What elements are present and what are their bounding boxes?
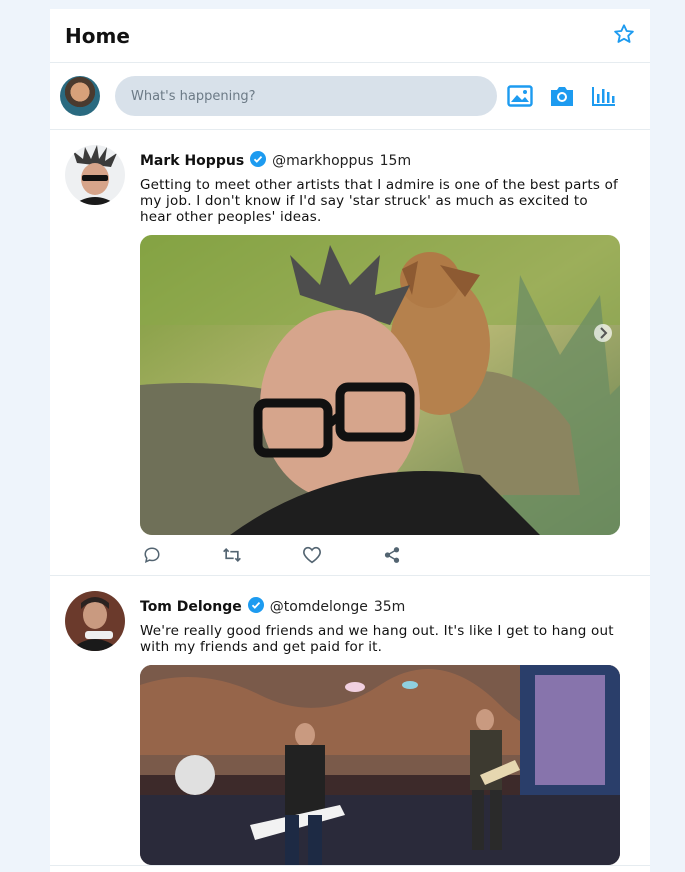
verified-icon [247,597,264,617]
star-icon[interactable] [613,23,635,49]
image-icon[interactable] [507,83,533,109]
compose-bar [50,63,650,130]
author-handle[interactable]: @tomdelonge [270,599,368,615]
home-feed: Home What's happening? Mark Hoppus @mark… [50,9,650,872]
avatar[interactable] [65,145,125,205]
author-name[interactable]: Tom Delonge [140,599,242,615]
author-name[interactable]: Mark Hoppus [140,153,244,169]
tweet: Mark Hoppus @markhoppus 15m Getting to m… [50,130,650,576]
retweet-icon[interactable] [222,545,242,565]
poll-icon[interactable] [591,83,617,109]
verified-icon [250,151,267,171]
page-title: Home [65,23,130,48]
tweet: Tom Delonge @tomdelonge 35m We're really… [50,576,650,866]
like-icon[interactable] [302,545,322,565]
tweet-text: Getting to meet other artists that I adm… [140,177,619,225]
tweet-image[interactable] [140,235,620,535]
share-icon[interactable] [382,545,402,565]
tweet-image[interactable] [140,665,620,865]
tweet-time: 35m [373,599,406,615]
compose-input[interactable] [115,76,497,116]
header: Home [50,9,650,63]
avatar[interactable] [60,76,100,116]
tweet-time: 15m [379,153,412,169]
reply-icon[interactable] [142,545,162,565]
avatar[interactable] [65,591,125,651]
tweet-text: We're really good friends and we hang ou… [140,623,614,655]
author-handle[interactable]: @markhoppus [272,153,373,169]
camera-icon[interactable] [549,83,575,109]
